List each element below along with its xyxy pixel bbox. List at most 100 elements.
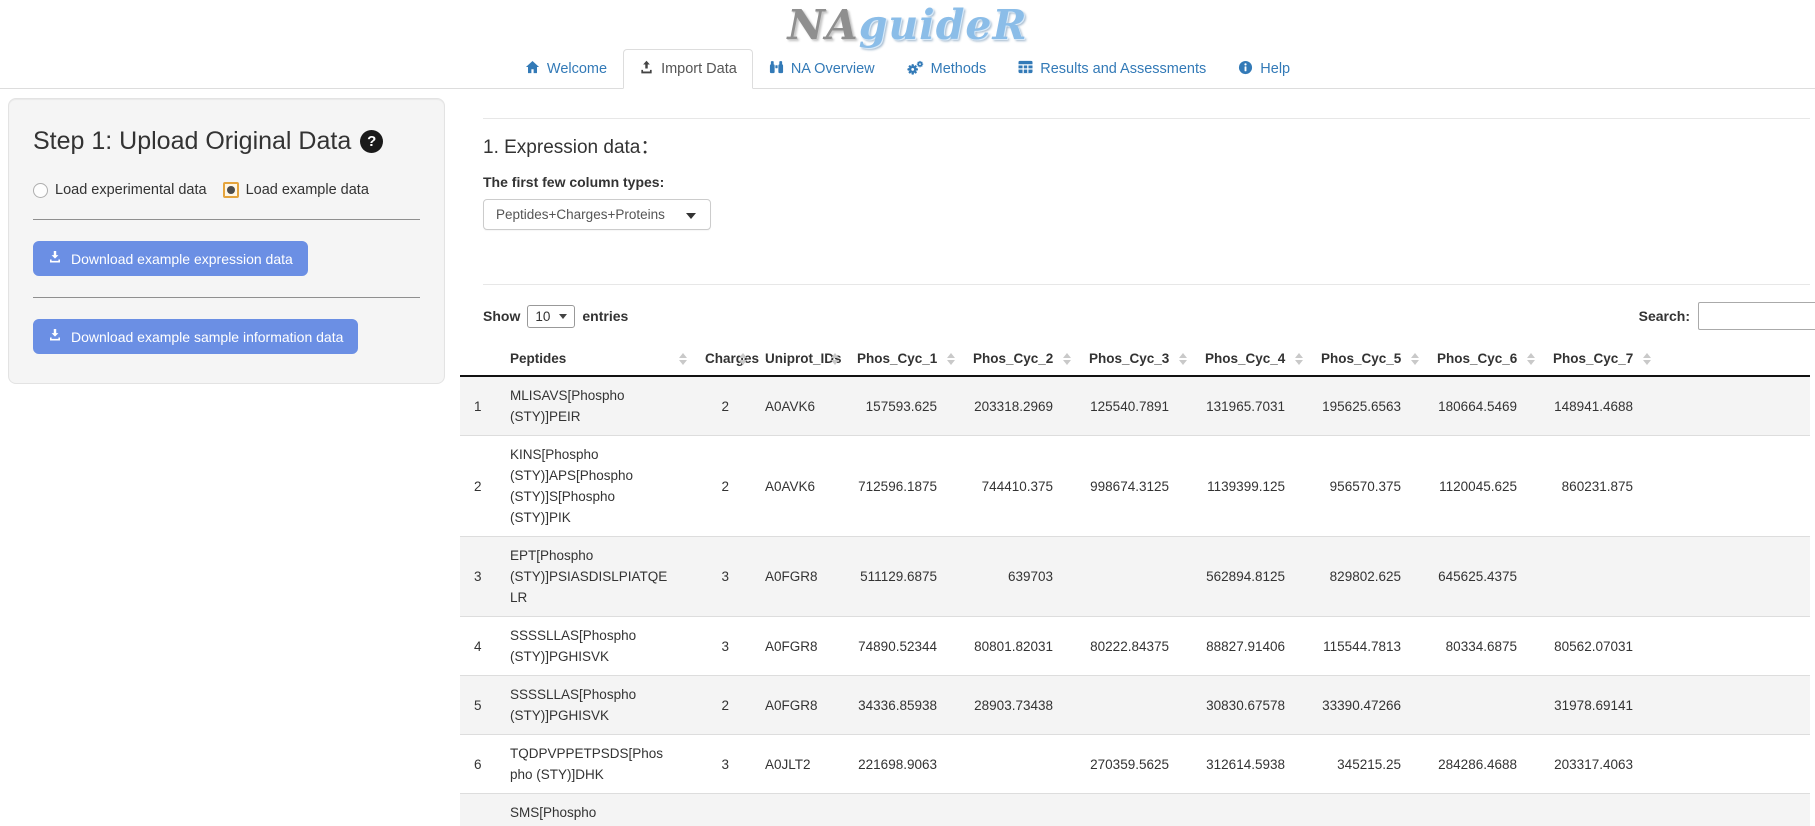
filler-cell xyxy=(1659,794,1810,826)
entries-label: entries xyxy=(582,308,628,324)
table-cell: 33390.47266 xyxy=(1311,676,1427,735)
chevron-down-icon xyxy=(559,314,567,319)
column-header-phos_cyc_1[interactable]: Phos_Cyc_1 xyxy=(847,342,963,376)
table-cell: 74890.52344 xyxy=(847,617,963,676)
table-cell: 80222.84375 xyxy=(1079,617,1195,676)
table-row: 7SMS[Phospho (STY)]VDLSHIPLKDPLLFK3A0JNW… xyxy=(460,794,1810,826)
sort-icon xyxy=(1411,353,1419,365)
radio-unchecked-icon[interactable] xyxy=(33,183,48,198)
binoculars-icon xyxy=(769,60,784,79)
import-data-panel: 1. Expression data： The first few column… xyxy=(445,98,1810,826)
sort-icon xyxy=(1179,353,1187,365)
tab-na-overview[interactable]: NA Overview xyxy=(753,49,891,89)
table-cell: 331924.5625 xyxy=(1543,794,1659,826)
tab-methods[interactable]: Methods xyxy=(891,49,1003,89)
filler-header xyxy=(1659,342,1810,376)
table-cell: 1139399.125 xyxy=(1195,436,1311,537)
table-cell: 2 xyxy=(695,436,755,537)
expression-data-table: PeptidesChargesUniprot_IDsPhos_Cyc_1Phos… xyxy=(460,342,1810,826)
table-cell: 131965.7031 xyxy=(1195,376,1311,436)
table-cell xyxy=(1543,537,1659,617)
question-circle-icon[interactable]: ? xyxy=(360,130,383,153)
column-header-phos_cyc_7[interactable]: Phos_Cyc_7 xyxy=(1543,342,1659,376)
table-cell: 285275.5 xyxy=(1427,794,1543,826)
table-cell xyxy=(1079,537,1195,617)
column-header-phos_cyc_4[interactable]: Phos_Cyc_4 xyxy=(1195,342,1311,376)
column-header-phos_cyc_2[interactable]: Phos_Cyc_2 xyxy=(963,342,1079,376)
row-index-cell: 7 xyxy=(460,794,500,826)
table-cell xyxy=(1079,676,1195,735)
radio-label[interactable]: Load experimental data xyxy=(55,182,207,198)
table-cell: A0AVK6 xyxy=(755,436,847,537)
row-index-cell: 5 xyxy=(460,676,500,735)
sort-icon xyxy=(1643,353,1651,365)
sort-icon xyxy=(679,353,687,365)
table-cell: 203318.2969 xyxy=(963,376,1079,436)
step1-title-text: Step 1: Upload Original Data xyxy=(33,127,351,156)
table-cell xyxy=(1427,676,1543,735)
filler-cell xyxy=(1659,376,1810,436)
column-header-label: Charges xyxy=(705,351,759,366)
search-input[interactable] xyxy=(1698,302,1815,330)
column-header-label: Phos_Cyc_4 xyxy=(1205,351,1285,366)
peptide-cell: MLISAVS[Phospho (STY)]PEIR xyxy=(500,376,695,436)
tab-import-data[interactable]: Import Data xyxy=(623,49,753,89)
show-label: Show xyxy=(483,308,520,324)
search-label: Search: xyxy=(1639,308,1690,324)
column-types-dropdown[interactable]: Peptides+Charges+Proteins xyxy=(483,199,711,230)
table-cell: 2 xyxy=(695,676,755,735)
column-header-phos_cyc_5[interactable]: Phos_Cyc_5 xyxy=(1311,342,1427,376)
row-index-cell: 4 xyxy=(460,617,500,676)
radio-load-example-data[interactable]: Load example data xyxy=(223,182,369,198)
column-header-phos_cyc_3[interactable]: Phos_Cyc_3 xyxy=(1079,342,1195,376)
table-cell: 125540.7891 xyxy=(1079,376,1195,436)
table-cell: A0JLT2 xyxy=(755,735,847,794)
radio-load-experimental-data[interactable]: Load experimental data xyxy=(33,182,207,198)
table-cell: 270359.5625 xyxy=(1079,735,1195,794)
tab-label: Help xyxy=(1260,61,1290,77)
tab-label: Import Data xyxy=(661,61,737,77)
tab-label: NA Overview xyxy=(791,61,875,77)
tab-help[interactable]: Help xyxy=(1222,49,1306,89)
data-source-radio-group: Load experimental data Load example data xyxy=(33,182,420,198)
peptide-cell: SMS[Phospho (STY)]VDLSHIPLKDPLLFK xyxy=(500,794,695,826)
table-cell: 345215.25 xyxy=(1311,735,1427,794)
sort-icon xyxy=(831,353,839,365)
table-cell: 221698.9063 xyxy=(847,735,963,794)
download-example-sample-information-data-button[interactable]: Download example sample information data xyxy=(33,319,358,354)
column-header-peptides[interactable]: Peptides xyxy=(500,342,695,376)
row-index-header xyxy=(460,342,500,376)
radio-checked-icon[interactable] xyxy=(223,182,239,198)
table-cell: 28903.73438 xyxy=(963,676,1079,735)
divider xyxy=(33,297,420,298)
table-row: 6TQDPVPPETPSDS[Phospho (STY)]DHK3A0JLT22… xyxy=(460,735,1810,794)
row-index-cell: 6 xyxy=(460,735,500,794)
table-cell: 358460.9688 xyxy=(1079,794,1195,826)
table-cell: 3 xyxy=(695,537,755,617)
row-index-cell: 3 xyxy=(460,537,500,617)
logo-part-guider: guideR xyxy=(859,1,1028,49)
table-cell: 180664.5469 xyxy=(1427,376,1543,436)
download-icon xyxy=(48,250,62,267)
radio-label[interactable]: Load example data xyxy=(246,182,369,198)
column-header-uniprot_ids[interactable]: Uniprot_IDs xyxy=(755,342,847,376)
table-cell: 3 xyxy=(695,617,755,676)
chevron-down-icon xyxy=(686,213,696,219)
peptide-cell: KINS[Phospho (STY)]APS[Phospho (STY)]S[P… xyxy=(500,436,695,537)
peptide-cell: TQDPVPPETPSDS[Phospho (STY)]DHK xyxy=(500,735,695,794)
tab-results-and-assessments[interactable]: Results and Assessments xyxy=(1002,49,1222,89)
download-example-expression-data-button[interactable]: Download example expression data xyxy=(33,241,308,276)
table-cell: 645625.4375 xyxy=(1427,537,1543,617)
table-cell: 744410.375 xyxy=(963,436,1079,537)
table-cell: 860231.875 xyxy=(1543,436,1659,537)
column-header-charges[interactable]: Charges xyxy=(695,342,755,376)
table-cell: 639703 xyxy=(963,537,1079,617)
table-cell: A0FGR8 xyxy=(755,537,847,617)
page-length-select[interactable]: 10 xyxy=(527,305,575,328)
table-cell: 157593.625 xyxy=(847,376,963,436)
main-nav: Welcome Import Data NA Overview Methods … xyxy=(0,48,1815,89)
tab-welcome[interactable]: Welcome xyxy=(509,49,623,89)
column-header-phos_cyc_6[interactable]: Phos_Cyc_6 xyxy=(1427,342,1543,376)
table-cell: 3 xyxy=(695,735,755,794)
table-cell xyxy=(963,735,1079,794)
